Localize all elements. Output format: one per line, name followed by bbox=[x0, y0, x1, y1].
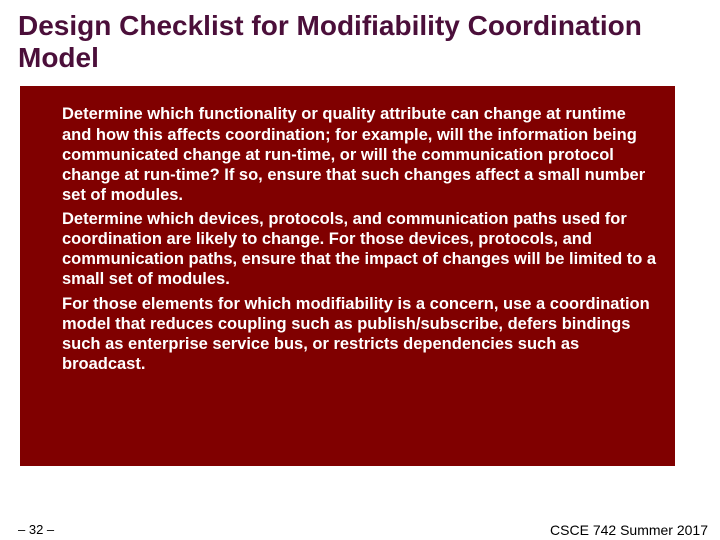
slide: Design Checklist for Modifiability Coord… bbox=[0, 0, 720, 540]
slide-title: Design Checklist for Modifiability Coord… bbox=[18, 10, 702, 74]
course-label: CSCE 742 Summer 2017 bbox=[550, 522, 708, 538]
content-box: Determine which functionality or quality… bbox=[20, 86, 675, 466]
page-number: – 32 – bbox=[18, 522, 54, 537]
bullet-item: Determine which functionality or quality… bbox=[62, 104, 657, 205]
bullet-item: Determine which devices, protocols, and … bbox=[62, 209, 657, 290]
bullet-item: For those elements for which modifiabili… bbox=[62, 294, 657, 375]
